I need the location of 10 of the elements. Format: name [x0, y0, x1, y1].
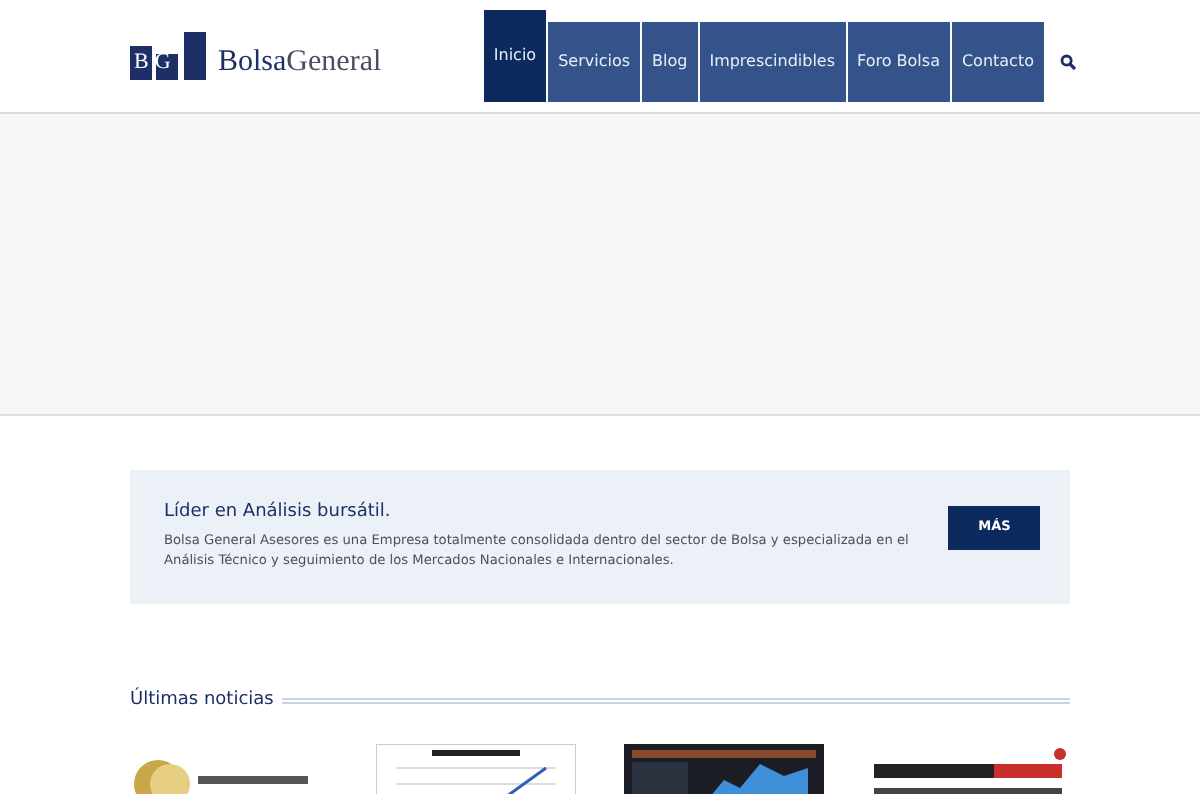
search-icon[interactable] — [1060, 54, 1076, 70]
nav-tab[interactable]: Imprescindibles — [699, 22, 846, 102]
nav-tab[interactable]: Blog — [642, 22, 698, 102]
brand-name: BolsaGeneral — [218, 48, 382, 78]
nav-tab[interactable]: Servicios — [548, 22, 641, 102]
intro-title: Líder en Análisis bursátil. — [164, 504, 393, 522]
nav-tab[interactable]: Inicio — [483, 10, 547, 102]
nav-tab[interactable]: Foro Bolsa — [847, 22, 950, 102]
nav-tab[interactable]: Contacto — [951, 22, 1044, 102]
section-heading: Últimas noticias — [130, 688, 274, 714]
